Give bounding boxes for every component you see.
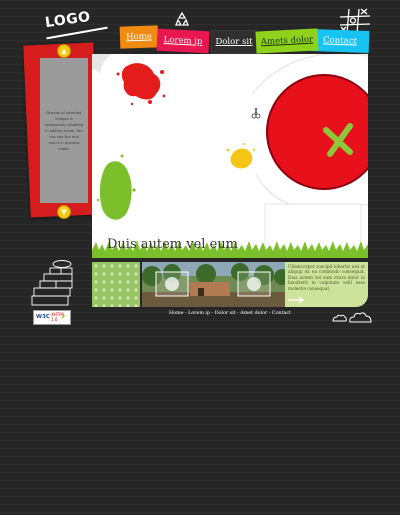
main-heading: Duis autem vel eum [107, 237, 238, 252]
slider-down-arrow-icon[interactable]: ▼ [57, 205, 71, 219]
tab-dolor-sit[interactable]: Dolor sit [211, 30, 257, 54]
check-icon: ✔ [61, 314, 67, 321]
main-content-area [92, 54, 368, 258]
hopscotch-drawing [31, 260, 73, 306]
recycle-icon [175, 11, 189, 26]
tab-lorem-ip[interactable]: Lorem ip [156, 28, 210, 54]
empty-frame [264, 203, 362, 249]
green-splatter [96, 154, 136, 220]
photo-gallery[interactable] [142, 262, 285, 307]
logo[interactable]: LOGO [44, 9, 92, 31]
slider-up-arrow-icon[interactable]: ▲ [57, 44, 71, 58]
w3c-badge-label: W3C [36, 314, 50, 320]
w3c-xhtml-badge[interactable]: W3C XHTML 1.0 ✔ [33, 310, 71, 325]
footer-links[interactable]: Home - Lorem ip - Dolor sit - Amet dolor… [92, 311, 368, 316]
polka-dot-panel [92, 262, 140, 307]
page-curl [92, 54, 112, 74]
side-slider-notice: Display of selected images is temporaril… [40, 58, 88, 203]
red-splatter [116, 63, 166, 106]
photo-gallery-image [142, 262, 285, 307]
tab-contact[interactable]: Contact [310, 28, 370, 54]
cloud-icon [332, 312, 372, 323]
news-text: Ullamcorper suscipit lobortis nisl ut al… [288, 264, 365, 291]
tab-amets-dolor[interactable]: Amets dolor [255, 28, 319, 54]
scissors-icon [251, 107, 261, 119]
big-red-circle [266, 74, 368, 190]
main-illustration [92, 54, 368, 258]
yellow-splatter [226, 143, 256, 169]
arrow-right-icon[interactable] [287, 296, 305, 304]
tab-home[interactable]: Home [119, 25, 159, 49]
